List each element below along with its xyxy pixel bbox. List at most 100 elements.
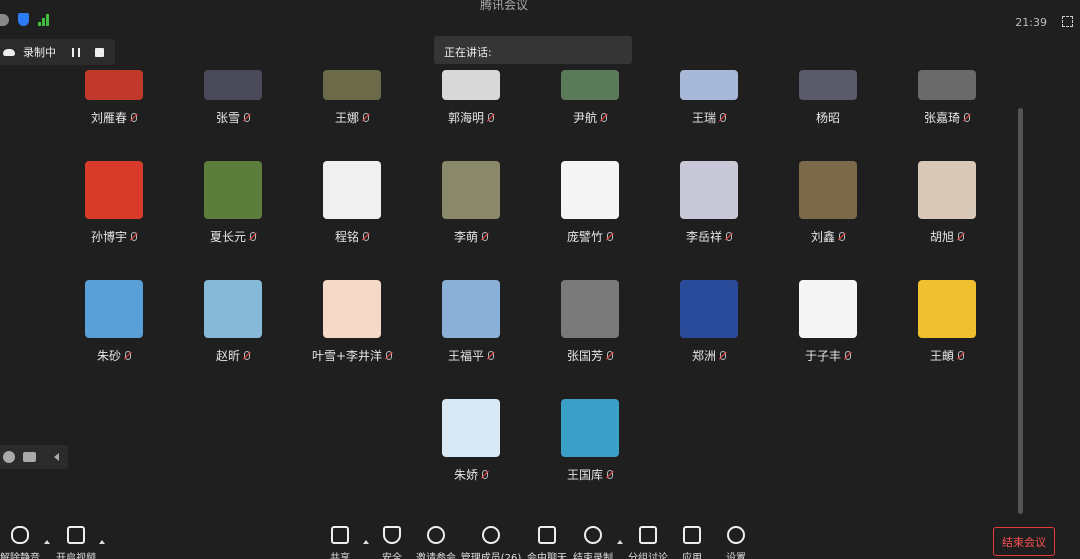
mic-muted-icon <box>363 112 369 122</box>
avatar <box>918 70 976 100</box>
avatar <box>680 70 738 100</box>
participant-name-row: 王国库 <box>525 467 655 482</box>
start-video-button[interactable]: 开启视频 <box>46 520 106 559</box>
unmute-button[interactable]: 解除静音 <box>0 520 50 559</box>
signal-icon[interactable] <box>38 13 50 26</box>
fullscreen-icon[interactable] <box>1062 16 1073 27</box>
participant-name: 夏长元 <box>209 229 246 244</box>
participant-name-row: 王福平 <box>406 348 536 363</box>
mic-muted-icon <box>244 112 250 122</box>
avatar <box>561 280 619 338</box>
mic-muted-icon <box>720 112 726 122</box>
stop-icon[interactable] <box>95 47 104 57</box>
avatar <box>323 161 381 219</box>
mic-muted-icon <box>607 469 613 479</box>
participant-name-row: 张嘉琦 <box>882 110 1012 125</box>
avatar <box>85 161 143 219</box>
clock: 21:39 <box>1015 16 1047 29</box>
participant-name-row: 朱砂 <box>49 348 179 363</box>
pause-icon[interactable] <box>72 47 80 57</box>
chat-bubble-icon[interactable] <box>23 452 36 462</box>
avatar <box>799 280 857 338</box>
avatar <box>442 280 500 338</box>
recording-status: 录制中 <box>23 46 56 59</box>
bottom-toolbar: 解除静音 开启视频 共享 安全 邀请参会 管理成员(26) 会中聊天 结束录制 … <box>0 520 1080 559</box>
participant-name-row: 李岳祥 <box>644 229 774 244</box>
mic-muted-icon <box>845 350 851 360</box>
mic-muted-icon <box>720 350 726 360</box>
meeting-title: 腾讯会议 <box>480 0 529 12</box>
participant-name: 孙博宇 <box>90 229 127 244</box>
emoji-icon[interactable] <box>3 451 15 463</box>
end-record-button[interactable]: 结束录制 <box>563 520 623 559</box>
participant-name: 李岳祥 <box>685 229 722 244</box>
video-options-caret-icon[interactable] <box>99 540 105 544</box>
avatar <box>680 161 738 219</box>
recording-bar: 录制中 <box>0 39 115 65</box>
avatar <box>442 161 500 219</box>
participant-name-row: 郭海明 <box>406 110 536 125</box>
avatar <box>799 70 857 100</box>
avatar <box>918 161 976 219</box>
avatar <box>323 280 381 338</box>
mic-muted-icon <box>363 231 369 241</box>
gear-icon <box>727 526 745 544</box>
participant-name-row: 于子丰 <box>763 348 893 363</box>
mic-muted-icon <box>244 350 250 360</box>
avatar <box>204 280 262 338</box>
avatar <box>680 280 738 338</box>
avatar <box>85 70 143 100</box>
end-meeting-button[interactable]: 结束会议 <box>993 527 1055 556</box>
cloud-icon <box>3 48 15 56</box>
participant-name: 程铭 <box>334 229 359 244</box>
settings-button[interactable]: 设置 <box>706 520 766 559</box>
participant-name: 王娜 <box>334 110 359 125</box>
avatar <box>561 399 619 457</box>
avatar <box>204 70 262 100</box>
mic-muted-icon <box>488 112 494 122</box>
shield-icon[interactable] <box>18 13 29 26</box>
participant-name: 于子丰 <box>804 348 841 363</box>
participant-name-row: 郑洲 <box>644 348 774 363</box>
participant-name-row: 王頔 <box>882 348 1012 363</box>
speaking-indicator: 正在讲话: <box>434 36 632 64</box>
scrollbar[interactable] <box>1018 108 1023 514</box>
participant-name: 刘雁春 <box>90 110 127 125</box>
participant-name: 王頔 <box>929 348 954 363</box>
mic-muted-icon <box>964 112 970 122</box>
participant-name-row: 朱娇 <box>406 467 536 482</box>
participant-name-row: 王瑞 <box>644 110 774 125</box>
security-shield-icon <box>383 526 401 544</box>
participant-name: 胡旭 <box>929 229 954 244</box>
camera-off-icon <box>67 526 85 544</box>
participant-name: 叶雪+李井洋 <box>311 348 383 363</box>
collapse-arrow-icon[interactable] <box>54 453 59 461</box>
participant-name-row: 刘鑫 <box>763 229 893 244</box>
share-screen-icon <box>331 526 349 544</box>
avatar <box>323 70 381 100</box>
mic-muted-icon <box>601 112 607 122</box>
status-icons <box>0 13 50 26</box>
info-icon[interactable] <box>0 13 9 26</box>
participant-name-row: 王娜 <box>287 110 417 125</box>
invite-button[interactable]: 邀请参会 <box>406 520 466 559</box>
participant-name: 郭海明 <box>447 110 484 125</box>
share-button[interactable]: 共享 <box>310 520 370 559</box>
participant-name-row: 赵昕 <box>168 348 298 363</box>
participant-name: 尹航 <box>572 110 597 125</box>
participant-name: 朱砂 <box>96 348 121 363</box>
participant-name-row: 杨昭 <box>763 110 893 125</box>
manage-members-button[interactable]: 管理成员(26) <box>461 520 521 559</box>
mic-muted-icon <box>131 112 137 122</box>
participant-name-row: 叶雪+李井洋 <box>287 348 417 363</box>
participant-name-row: 刘雁春 <box>49 110 179 125</box>
mic-muted-icon <box>488 350 494 360</box>
avatar <box>85 280 143 338</box>
participant-name-row: 夏长元 <box>168 229 298 244</box>
record-stop-icon <box>584 526 602 544</box>
mic-muted-icon <box>726 231 732 241</box>
mic-muted-icon <box>607 231 613 241</box>
participant-name-row: 尹航 <box>525 110 655 125</box>
participant-name: 刘鑫 <box>810 229 835 244</box>
participant-name: 张雪 <box>215 110 240 125</box>
